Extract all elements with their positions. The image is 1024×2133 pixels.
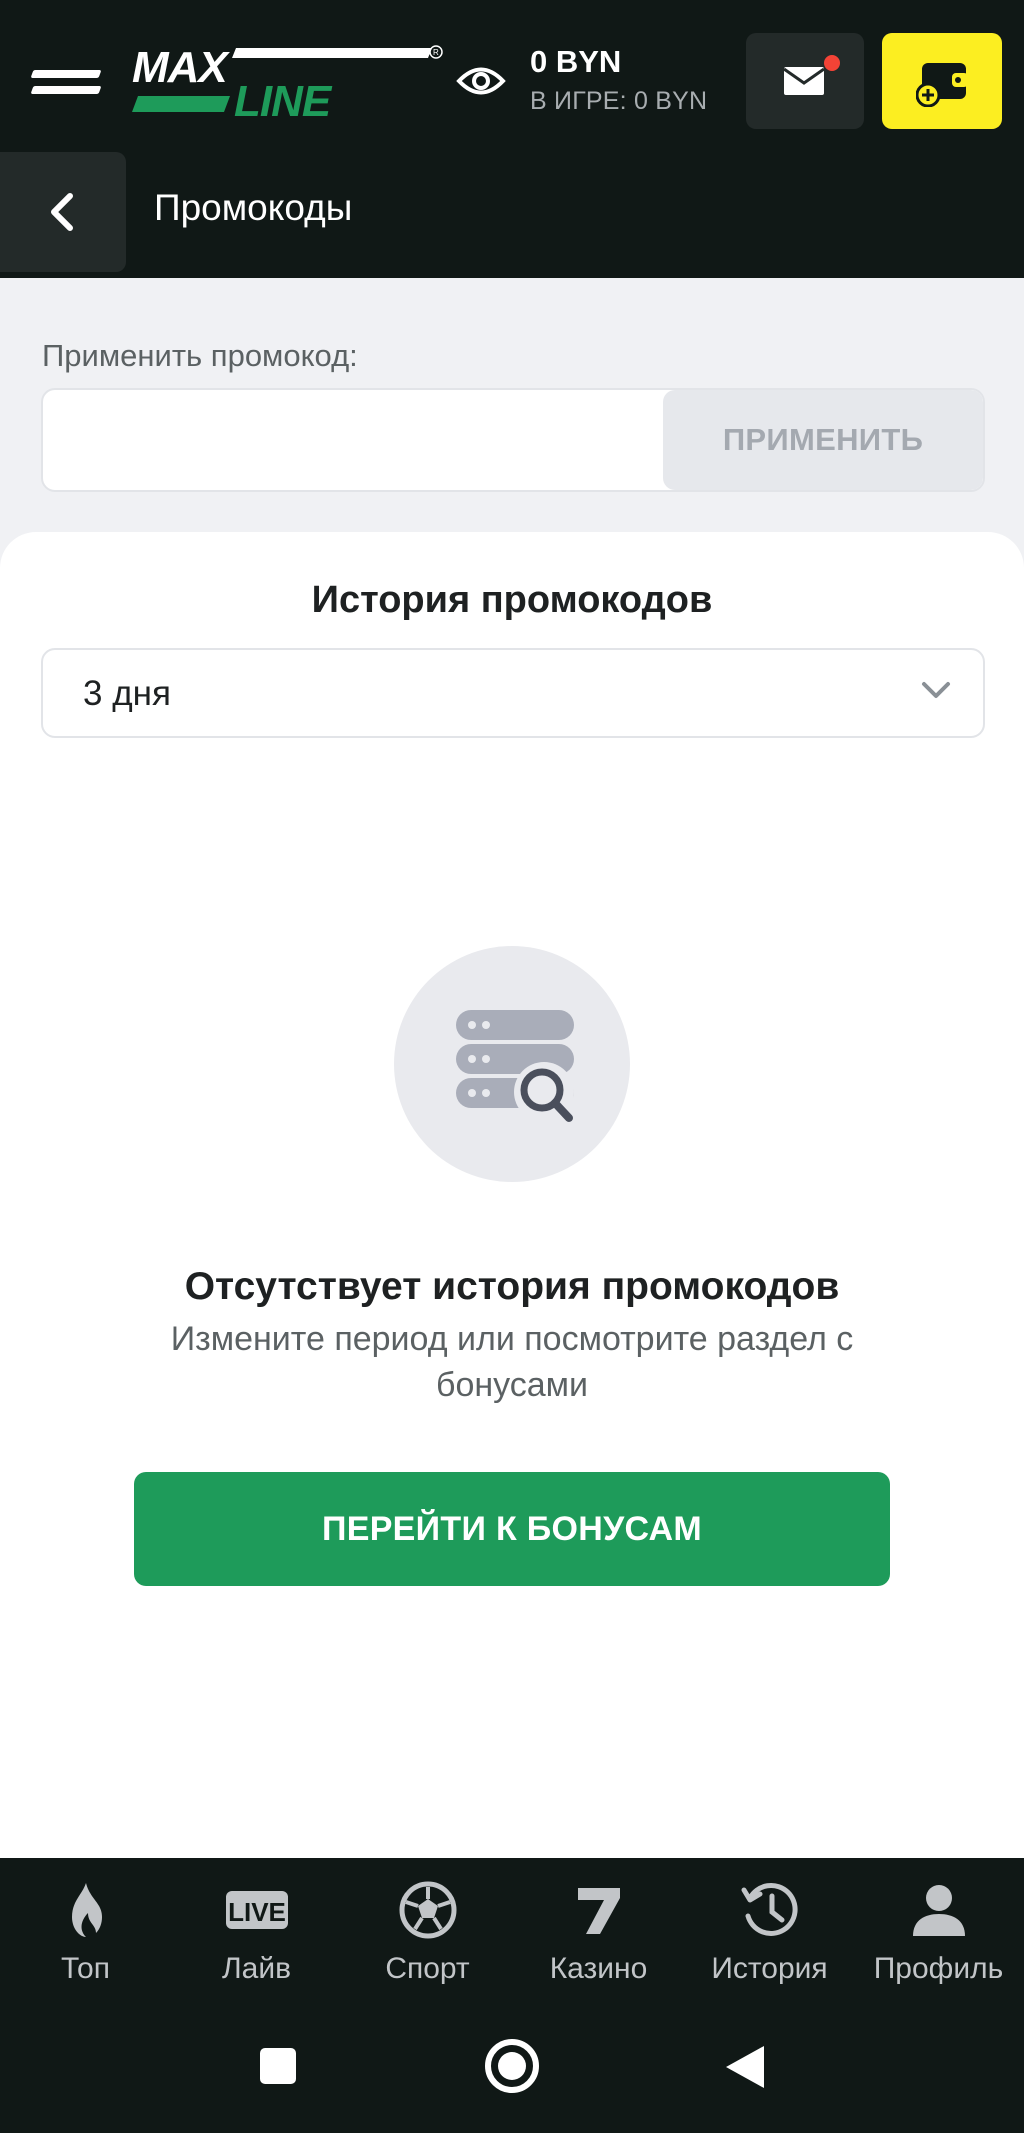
recents-square-icon[interactable] bbox=[258, 2046, 298, 2086]
promo-history-card: История промокодов 3 дня Отсутствует ист… bbox=[0, 532, 1024, 1858]
nav-label: История bbox=[711, 1952, 828, 1985]
empty-state-illustration bbox=[394, 946, 630, 1182]
hamburger-icon[interactable] bbox=[30, 66, 102, 96]
page-title: Промокоды bbox=[154, 187, 353, 228]
flame-icon bbox=[71, 1883, 102, 1937]
history-title: История промокодов bbox=[311, 579, 713, 621]
nav-label: Топ bbox=[61, 1952, 110, 1985]
home-circle-icon[interactable] bbox=[484, 2038, 540, 2094]
period-select[interactable]: 3 дня bbox=[41, 648, 985, 738]
deposit-button[interactable] bbox=[882, 33, 1002, 129]
nav-label: Лайв bbox=[221, 1952, 292, 1985]
promo-form: ПРИМЕНИТЬ bbox=[41, 388, 985, 492]
nav-item-history[interactable]: История bbox=[684, 1858, 855, 2002]
history-icon bbox=[741, 1883, 798, 1936]
svg-text:LINE: LINE bbox=[234, 77, 333, 120]
period-value: 3 дня bbox=[83, 674, 171, 713]
live-icon: LIVE bbox=[225, 1891, 288, 1929]
mail-icon bbox=[783, 67, 825, 95]
nav-item-live[interactable]: LIVE Лайв bbox=[171, 1858, 342, 2002]
balance-amount: 0 BYN bbox=[530, 44, 622, 79]
profile-icon bbox=[912, 1885, 965, 1936]
top-bar: MAX LINE R 0 BYN В ИГРЕ: 0 BYN bbox=[0, 0, 1024, 152]
nav-label: Казино bbox=[549, 1952, 648, 1985]
nav-item-top[interactable]: Топ bbox=[0, 1858, 171, 2002]
wallet-add-icon bbox=[916, 63, 968, 107]
chevron-down-icon bbox=[922, 682, 950, 698]
notification-dot bbox=[824, 55, 840, 71]
svg-text:MAX: MAX bbox=[132, 44, 230, 92]
chevron-left-icon bbox=[51, 193, 73, 231]
maxline-logo[interactable]: MAX LINE R bbox=[130, 44, 445, 120]
system-nav-bar bbox=[0, 2002, 1024, 2133]
go-to-bonuses-button[interactable]: ПЕРЕЙТИ К БОНУСАМ bbox=[134, 1472, 890, 1586]
bottom-nav: Топ LIVE Лайв Спорт Казино История Профи… bbox=[0, 1858, 1024, 2002]
svg-text:LIVE: LIVE bbox=[228, 1897, 286, 1927]
nav-label: Спорт bbox=[385, 1952, 470, 1985]
apply-button[interactable]: ПРИМЕНИТЬ bbox=[663, 390, 983, 490]
eye-icon[interactable] bbox=[456, 62, 506, 100]
empty-state-description: Измените период или посмотрите раздел с … bbox=[170, 1320, 854, 1404]
page-header: Промокоды bbox=[0, 152, 1024, 278]
empty-state-title: Отсутствует история промокодов bbox=[184, 1265, 840, 1308]
back-triangle-icon[interactable] bbox=[724, 2044, 766, 2090]
promo-code-input[interactable] bbox=[43, 390, 663, 490]
seven-icon bbox=[577, 1888, 620, 1934]
soccer-ball-icon bbox=[399, 1881, 456, 1939]
nav-label: Профиль bbox=[873, 1952, 1004, 1985]
messages-button[interactable] bbox=[746, 33, 864, 129]
back-button[interactable] bbox=[0, 152, 126, 272]
nav-item-profile[interactable]: Профиль bbox=[853, 1858, 1024, 2002]
promo-label: Применить промокод: bbox=[42, 338, 358, 373]
balance-block[interactable]: 0 BYN В ИГРЕ: 0 BYN bbox=[530, 44, 760, 118]
nav-item-casino[interactable]: Казино bbox=[513, 1858, 684, 2002]
svg-text:R: R bbox=[433, 48, 439, 57]
database-search-icon bbox=[456, 1010, 574, 1122]
nav-item-sport[interactable]: Спорт bbox=[342, 1858, 513, 2002]
in-game-amount: В ИГРЕ: 0 BYN bbox=[530, 87, 708, 115]
